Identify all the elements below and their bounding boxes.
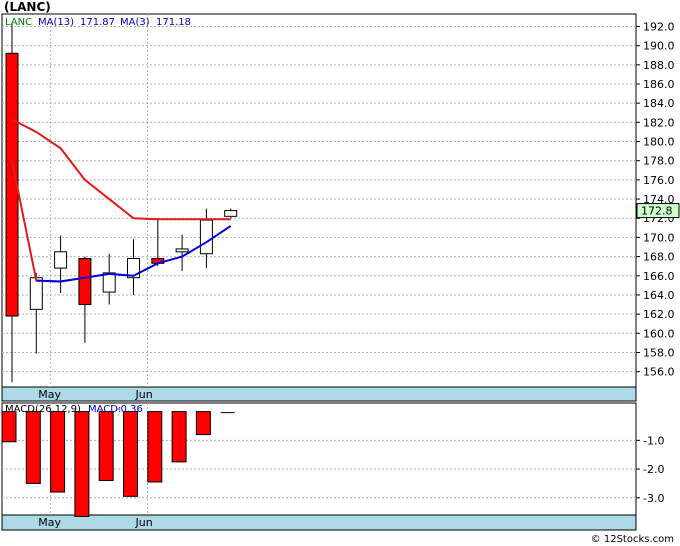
price-tick-label: 182.0 (643, 116, 675, 129)
price-tick-label: 164.0 (643, 289, 675, 302)
legend-ma13-label: MA(13) (38, 17, 74, 28)
macd-bar (50, 411, 66, 493)
watermark: © 12Stocks.com (590, 534, 674, 545)
legend-ma3-label: MA(3) (120, 17, 150, 28)
candle-up (29, 277, 43, 310)
price-tick-label: 184.0 (643, 97, 675, 110)
candle-up (224, 210, 238, 217)
macd-axis-band (1, 514, 637, 531)
price-tick-label: 180.0 (643, 136, 675, 149)
macd-bar (74, 411, 90, 517)
macd-month-label: May (38, 516, 61, 529)
price-month-label: May (38, 388, 61, 401)
macd-legend-value: -0.36 (117, 404, 143, 415)
macd-tick-label: -3.0 (643, 492, 664, 505)
macd-bar (147, 411, 163, 483)
current-price-label: 172.8 (641, 205, 673, 218)
price-tick-label: 190.0 (643, 40, 675, 53)
price-tick-label: 160.0 (643, 327, 675, 340)
price-tick-label: 162.0 (643, 308, 675, 321)
legend-ma3-value: 171.18 (156, 17, 191, 28)
macd-bar (98, 411, 114, 482)
macd-bar (25, 411, 41, 484)
price-tick-label: 176.0 (643, 174, 675, 187)
macd-bar (123, 411, 138, 497)
macd-month-label: Jun (135, 516, 153, 529)
candle-up (102, 272, 116, 293)
macd-bar (195, 411, 211, 436)
legend-ticker: LANC (5, 17, 32, 28)
price-tick-label: 166.0 (643, 270, 675, 283)
price-tick-label: 170.0 (643, 231, 675, 244)
price-tick-label: 158.0 (643, 346, 675, 359)
price-panel (1, 13, 637, 388)
candle-up (199, 219, 213, 255)
macd-tick-label: -1.0 (643, 434, 664, 447)
candle-down (78, 258, 92, 306)
price-month-label: Jun (135, 388, 153, 401)
macd-bar (171, 411, 187, 463)
legend-ma13-value: 171.87 (80, 17, 115, 28)
chart-title: (LANC) (4, 0, 51, 14)
price-tick-label: 192.0 (643, 20, 675, 33)
candle-up (175, 248, 189, 253)
price-tick-label: 156.0 (643, 366, 675, 379)
price-tick-label: 186.0 (643, 78, 675, 91)
price-axis-band (1, 386, 637, 402)
stock-chart: 192.0 190.0 188.0 186.0 184.0 182.0 180.0 178.0… (1, 13, 680, 531)
macd-tick-label: -2.0 (643, 463, 664, 476)
price-tick-label: 168.0 (643, 251, 675, 264)
macd-legend-label: MACD(26,12,9) (5, 404, 81, 415)
price-tick-label: 178.0 (643, 155, 675, 168)
macd-bar (1, 411, 17, 443)
price-tick-label: 188.0 (643, 59, 675, 72)
candle-up (54, 251, 68, 269)
